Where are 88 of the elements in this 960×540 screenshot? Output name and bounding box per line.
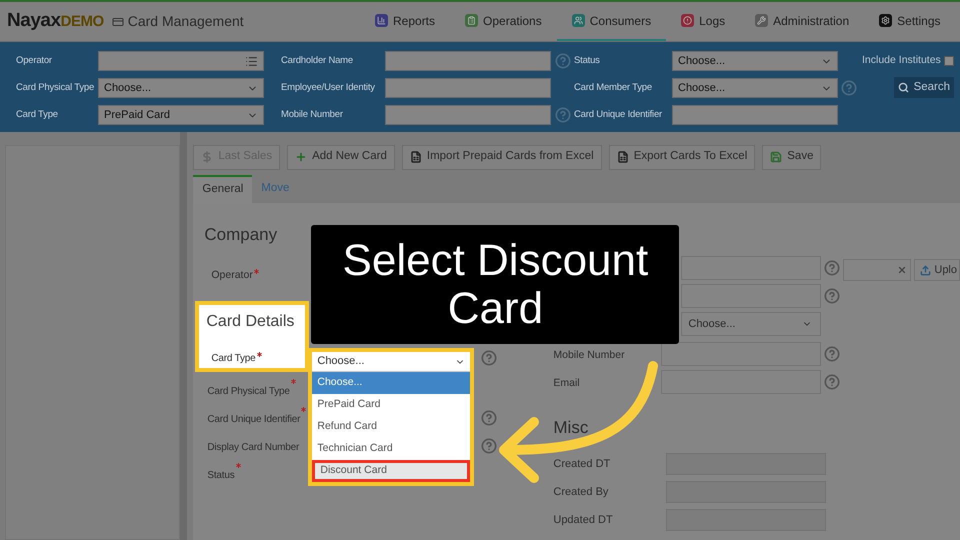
clipboard-icon [465, 14, 478, 27]
input-field[interactable] [385, 51, 551, 71]
plus-icon [295, 151, 308, 163]
field-label: Card Type [211, 350, 262, 366]
required-icon [301, 407, 306, 412]
help-icon[interactable] [824, 374, 840, 390]
filter-label: Card Physical Type [16, 80, 96, 95]
filter-label: Mobile Number [281, 108, 344, 122]
required-icon [290, 379, 296, 384]
filter-label: Cardholder Name [281, 54, 354, 68]
filter-label: Status [574, 54, 601, 68]
dropdown-option[interactable]: Choose... [312, 372, 470, 394]
search-icon [898, 82, 909, 93]
checkbox[interactable] [944, 56, 954, 66]
field-label: Mobile Number [553, 349, 625, 361]
alert-icon [681, 14, 694, 27]
section-heading: Card Details [206, 312, 294, 332]
nav-tab[interactable]: Reports [360, 2, 450, 41]
spreadsheet-icon [616, 151, 629, 163]
filter-label: Card Unique Identifier [574, 108, 664, 122]
search-button[interactable]: Search [894, 77, 954, 98]
nav-tab[interactable]: Settings [864, 2, 956, 41]
help-icon[interactable] [824, 346, 840, 362]
logo: NayaxDEMO [7, 9, 104, 34]
dropdown-option[interactable]: PrePaid Card [312, 394, 470, 416]
page-title: Card Management [128, 12, 244, 32]
section-heading: Company [204, 224, 278, 246]
field-label: Status [207, 470, 241, 481]
field-label: Operator [211, 268, 259, 284]
tab[interactable]: General [193, 175, 252, 203]
users-icon [572, 14, 585, 27]
upload-button[interactable]: Uplo [914, 259, 960, 281]
input-field[interactable] [672, 105, 838, 125]
dropdown-option[interactable]: Refund Card [312, 416, 470, 438]
select-field[interactable]: Choose... [672, 51, 838, 71]
input-field[interactable] [661, 342, 822, 366]
upload-icon [920, 264, 932, 276]
filter-label: Employee/User Identity [281, 80, 376, 95]
toolbar-button[interactable]: Import Prepaid Cards from Excel [402, 144, 602, 170]
field-label: Updated DT [553, 512, 614, 528]
required-icon [256, 352, 262, 356]
field-label: Email [553, 377, 580, 389]
input-field[interactable] [98, 51, 264, 71]
nav-tab[interactable]: Logs [666, 2, 740, 41]
chart-icon [375, 14, 388, 27]
wrench-icon [755, 14, 768, 27]
help-icon[interactable] [554, 53, 570, 69]
gear-icon [879, 14, 892, 27]
select-field[interactable]: Choose... [672, 78, 838, 98]
select-field[interactable]: Choose... [98, 78, 264, 98]
card-icon [112, 16, 124, 28]
help-icon[interactable] [554, 107, 570, 123]
select-field[interactable]: PrePaid Card [98, 105, 264, 125]
help-icon[interactable] [841, 80, 857, 96]
section-heading: Misc [553, 417, 588, 440]
list-icon[interactable] [245, 54, 258, 68]
field-label: Card Physical Type [207, 386, 296, 397]
filter-label: Card Type [16, 108, 59, 122]
spreadsheet-icon [410, 151, 422, 163]
field-label: Created DT [553, 456, 612, 472]
nav-tab[interactable]: Administration [740, 2, 864, 41]
select-field[interactable]: Choose... [681, 312, 822, 336]
toolbar-button[interactable]: Export Cards To Excel [608, 144, 756, 170]
checkbox-label: Include Institutes [862, 53, 941, 68]
save-icon [770, 151, 782, 163]
required-icon [236, 463, 241, 468]
input-field[interactable] [385, 78, 551, 98]
field-label: Card Unique Identifier [207, 414, 306, 425]
field-label: Display Card Number [207, 442, 300, 453]
toolbar-button[interactable]: Add New Card [287, 144, 395, 170]
help-icon[interactable] [481, 350, 498, 366]
filter-label: Card Member Type [574, 80, 653, 95]
help-icon[interactable] [481, 438, 498, 454]
clear-icon[interactable] [897, 265, 908, 275]
dropdown-option[interactable]: Technician Card [312, 438, 470, 460]
dropdown-option[interactable]: Discount Card [312, 460, 470, 482]
required-icon [254, 269, 259, 274]
help-icon[interactable] [824, 288, 840, 304]
help-icon[interactable] [481, 410, 498, 426]
field-label: Created By [553, 484, 610, 500]
nav-tab[interactable]: Operations [450, 2, 557, 41]
input-field[interactable] [385, 105, 551, 125]
help-icon[interactable] [824, 260, 840, 276]
file-field[interactable] [843, 259, 912, 281]
filter-label: Operator [16, 54, 53, 68]
dollar-icon [201, 151, 214, 163]
toolbar-button[interactable]: Save [762, 144, 822, 170]
callout-text: Select Discount Card [342, 236, 650, 332]
